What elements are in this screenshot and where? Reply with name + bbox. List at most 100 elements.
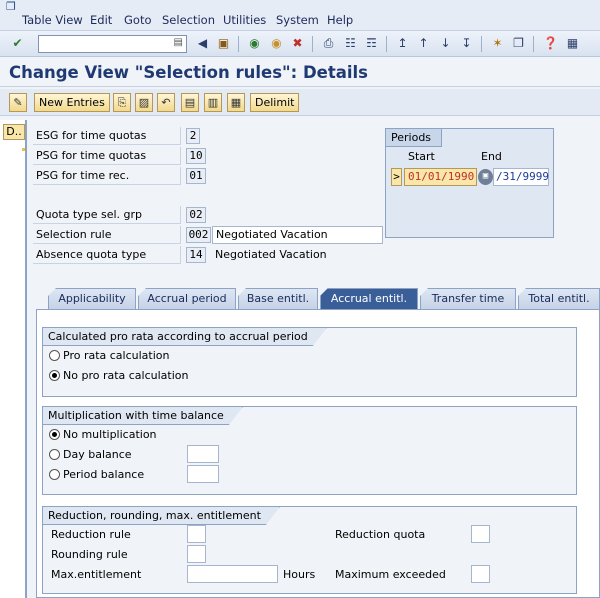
menu-edit[interactable]: Edit [90, 13, 112, 27]
calendar-icon[interactable]: ▣ [478, 169, 493, 185]
rounding-rule-label: Rounding rule [51, 548, 128, 561]
menu-goto[interactable]: Goto [124, 13, 152, 27]
back-triangle-icon[interactable]: ◀ [194, 35, 211, 52]
standard-toolbar: ✔ ▤ ◀ ▣ ◉ ◉ ✖ ⎙ ☷ ☶ ↥ ↑ ↓ ↧ ✶ ❐ ❓ ▦ [0, 30, 600, 57]
reduction-quota-input[interactable] [471, 525, 490, 543]
end-label: End [481, 150, 502, 163]
reduction-group: Reduction, rounding, max. entitlement Re… [42, 506, 577, 594]
radio-label: No pro rata calculation [63, 369, 189, 382]
help-icon[interactable]: ❓ [542, 35, 559, 52]
periods-box: Periods Start End > 01/01/1990 ▣ /31/999… [385, 128, 554, 238]
maximum-exceeded-input[interactable] [471, 565, 490, 583]
radio-button[interactable] [49, 469, 60, 480]
last-page-icon[interactable]: ↧ [458, 35, 475, 52]
tab-accrual-period[interactable]: Accrual period [138, 288, 236, 310]
undo-icon[interactable]: ↶ [157, 93, 175, 112]
delete-icon[interactable]: ▨ [135, 93, 153, 112]
start-label: Start [408, 150, 435, 163]
print-icon[interactable]: ⎙ [320, 35, 337, 52]
esg-label: ESG for time quotas [33, 127, 181, 145]
select-all-icon[interactable]: ▤ [181, 93, 199, 112]
exit-icon[interactable]: ◉ [268, 35, 285, 52]
save-icon[interactable]: ▣ [215, 35, 232, 52]
menu-selection[interactable]: Selection [162, 13, 215, 27]
display-change-icon[interactable]: ✎ [9, 93, 27, 112]
tab-base-entitl[interactable]: Base entitl. [238, 288, 318, 310]
hours-unit-label: Hours [283, 568, 316, 581]
copy-icon[interactable]: ⎘ [113, 93, 131, 112]
find-icon[interactable]: ☷ [342, 35, 359, 52]
prorata-group-header: Calculated pro rata according to accrual… [43, 328, 327, 346]
page-title: Change View "Selection rules": Details [9, 63, 368, 82]
dialog-structure-node[interactable]: D.. [3, 124, 25, 140]
radio-pro-rata[interactable]: Pro rata calculation [49, 349, 170, 363]
radio-label: Period balance [63, 468, 145, 481]
prorata-group: Calculated pro rata according to accrual… [42, 327, 577, 397]
max-entitlement-label: Max.entitlement [51, 568, 142, 581]
rounding-rule-input[interactable] [187, 545, 206, 563]
psg-rec-label: PSG for time rec. [33, 167, 181, 185]
reduction-quota-label: Reduction quota [335, 528, 426, 541]
tab-applicability[interactable]: Applicability [48, 288, 136, 310]
max-entitlement-input[interactable] [187, 565, 278, 583]
radio-period-balance[interactable]: Period balance [49, 468, 144, 482]
selection-rule-text-field[interactable]: Negotiated Vacation [212, 226, 383, 244]
command-dropdown-icon[interactable]: ▤ [174, 37, 183, 48]
multiplication-group-header: Multiplication with time balance [43, 407, 243, 425]
toolbar-separator [481, 36, 482, 52]
create-session-icon[interactable]: ✶ [489, 35, 506, 52]
radio-day-balance[interactable]: Day balance [49, 448, 132, 462]
menu-utilities[interactable]: Utilities [223, 13, 266, 27]
tab-accrual-entitl[interactable]: Accrual entitl. [320, 288, 418, 310]
period-balance-input[interactable] [187, 465, 219, 483]
quota-type-value: 02 [186, 207, 206, 223]
selection-rule-label: Selection rule [33, 226, 181, 244]
cancel-icon[interactable]: ✖ [289, 35, 306, 52]
radio-button-selected[interactable] [49, 429, 60, 440]
menu-help[interactable]: Help [327, 13, 353, 27]
toolbar-separator [238, 36, 239, 52]
radio-label: Day balance [63, 448, 132, 461]
psg-quota-label: PSG for time quotas [33, 147, 181, 165]
layout-icon[interactable]: ▦ [564, 35, 581, 52]
menu-system[interactable]: System [276, 13, 319, 27]
sap-menu-icon[interactable]: ❐ [6, 0, 20, 13]
new-entries-button[interactable]: New Entries [34, 93, 110, 112]
select-block-icon[interactable]: ▥ [204, 93, 222, 112]
radio-no-multiplication[interactable]: No multiplication [49, 428, 157, 442]
radio-button-selected[interactable] [49, 370, 60, 381]
menu-table-view[interactable]: Table View [22, 13, 83, 27]
start-date-field[interactable]: 01/01/1990 [404, 168, 477, 186]
command-field[interactable]: ▤ [38, 35, 187, 53]
absence-quota-text: Negotiated Vacation [215, 248, 327, 261]
end-date-field[interactable]: /31/9999 [493, 168, 549, 186]
psg-quota-value: 10 [186, 148, 206, 164]
deselect-all-icon[interactable]: ▦ [227, 93, 245, 112]
absence-quota-label: Absence quota type [33, 246, 181, 264]
day-balance-input[interactable] [187, 445, 219, 463]
radio-button[interactable] [49, 350, 60, 361]
shortcut-icon[interactable]: ❐ [510, 35, 527, 52]
next-page-icon[interactable]: ↓ [437, 35, 454, 52]
toolbar-separator [312, 36, 313, 52]
maximum-exceeded-label: Maximum exceeded [335, 568, 446, 581]
find-next-icon[interactable]: ☶ [363, 35, 380, 52]
absence-quota-value: 14 [186, 247, 206, 263]
radio-button[interactable] [49, 449, 60, 460]
radio-no-pro-rata[interactable]: No pro rata calculation [49, 369, 189, 383]
application-toolbar: ✎ New Entries ⎘ ▨ ↶ ▤ ▥ ▦ Delimit [0, 89, 600, 116]
reduction-rule-label: Reduction rule [51, 528, 131, 541]
selection-rule-value: 002 [186, 227, 211, 243]
period-marker[interactable]: > [391, 168, 402, 186]
prev-page-icon[interactable]: ↑ [415, 35, 432, 52]
delimit-button[interactable]: Delimit [250, 93, 300, 112]
title-divider [0, 86, 600, 87]
esg-value: 2 [186, 128, 200, 144]
first-page-icon[interactable]: ↥ [394, 35, 411, 52]
enter-icon[interactable]: ✔ [9, 35, 26, 52]
psg-rec-value: 01 [186, 168, 206, 184]
tab-transfer-time[interactable]: Transfer time [420, 288, 516, 310]
reduction-rule-input[interactable] [187, 525, 206, 543]
tab-total-entitl[interactable]: Total entitl. [518, 288, 600, 310]
nav-back-icon[interactable]: ◉ [246, 35, 263, 52]
